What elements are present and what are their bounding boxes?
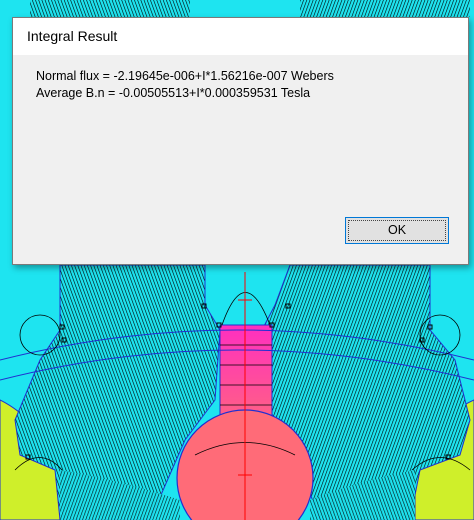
integral-result-dialog: Integral Result Normal flux = -2.19645e-… [12, 17, 469, 265]
top-right-hatch [300, 0, 470, 17]
dialog-title: Integral Result [27, 28, 118, 44]
average-bn-line: Average B.n = -0.00505513+I*0.000359531 … [36, 86, 311, 100]
normal-flux-line: Normal flux = -2.19645e-006+I*1.56216e-0… [36, 69, 334, 83]
ok-button[interactable]: OK [345, 217, 449, 244]
top-left-hatch [30, 0, 190, 17]
result-message: Normal flux = -2.19645e-006+I*1.56216e-0… [36, 68, 334, 102]
ok-focus-rect [348, 220, 446, 241]
dialog-title-bar[interactable]: Integral Result [13, 18, 468, 55]
